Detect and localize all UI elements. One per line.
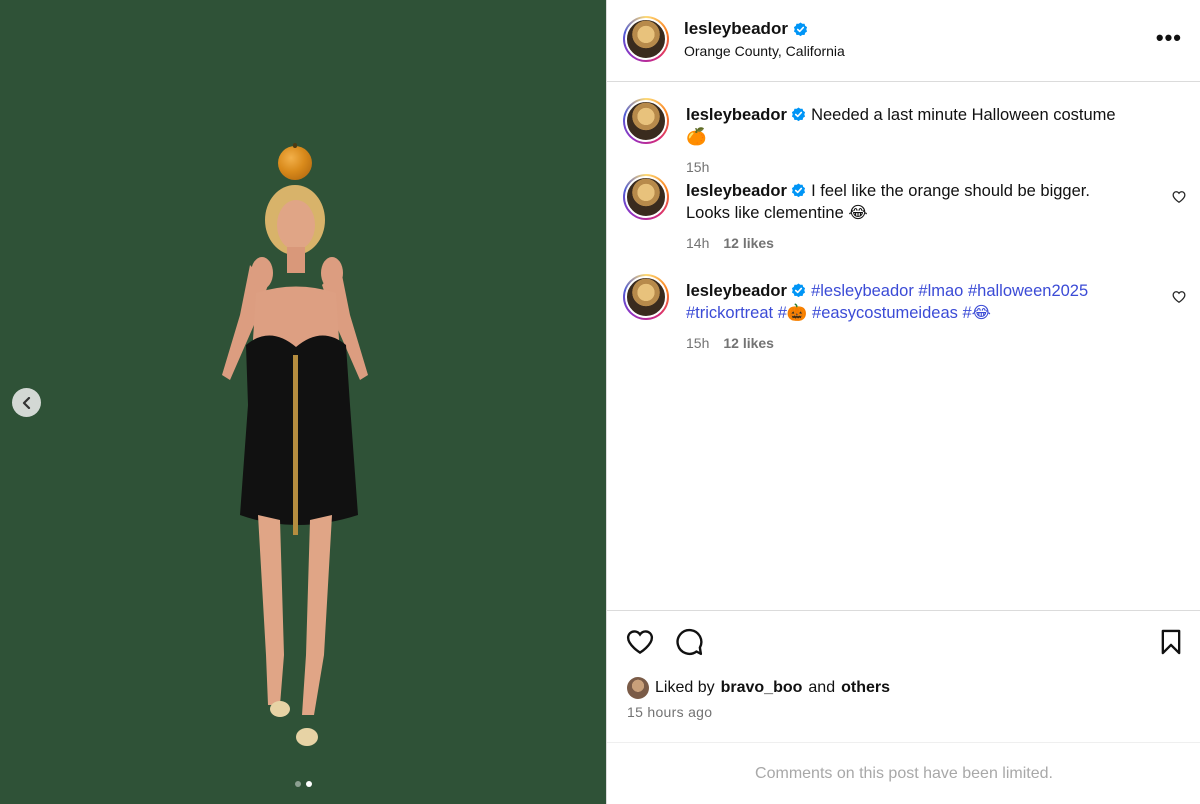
author-username[interactable]: lesleybeador <box>684 19 788 39</box>
post-location[interactable]: Orange County, California <box>684 43 845 59</box>
more-options-icon: ••• <box>1155 25 1182 50</box>
post-actions: Liked by bravo_boo and others 15 hours a… <box>607 610 1200 742</box>
heart-icon <box>626 630 654 655</box>
comment-icon <box>676 628 703 656</box>
hashtag-link[interactable]: #😂 <box>962 304 990 322</box>
comment-avatar[interactable] <box>623 98 669 144</box>
chevron-left-icon <box>22 396 30 409</box>
save-button[interactable] <box>1156 627 1186 657</box>
person-image <box>222 185 368 746</box>
bookmark-icon <box>1161 629 1181 655</box>
comment-avatar[interactable] <box>623 274 669 320</box>
post-header: lesleybeador Orange County, California •… <box>607 0 1200 82</box>
carousel-dot-active <box>305 781 312 787</box>
hashtag-link[interactable]: #lesleybeador <box>811 282 914 300</box>
hashtag-link[interactable]: #halloween2025 <box>968 282 1088 300</box>
carousel-dot <box>294 781 301 787</box>
comment-button[interactable] <box>674 627 704 657</box>
verified-badge-icon <box>793 21 808 36</box>
comments-list: lesleybeador Needed a last minute Hallow… <box>607 82 1200 610</box>
hashtag-link[interactable]: #easycostumeideas <box>812 304 958 322</box>
hashtag-link[interactable]: #lmao <box>918 282 963 300</box>
verified-badge-icon <box>792 183 806 198</box>
more-options-button[interactable]: ••• <box>1155 25 1182 50</box>
liker-avatar[interactable] <box>627 677 649 699</box>
verified-badge-icon <box>792 283 806 298</box>
heart-icon <box>1172 191 1186 204</box>
comment-username[interactable]: lesleybeador <box>686 182 787 200</box>
comment-time: 15h <box>686 159 710 175</box>
hashtag-link[interactable]: #trickortreat <box>686 304 773 322</box>
post-details-panel: lesleybeador Orange County, California •… <box>606 0 1200 804</box>
comment-avatar[interactable] <box>623 174 669 220</box>
orange-image <box>278 143 312 180</box>
post-timestamp[interactable]: 15 hours ago <box>627 704 712 720</box>
author-avatar[interactable] <box>623 16 669 62</box>
liked-by-joiner: and <box>808 679 836 696</box>
liked-by-prefix: Liked by <box>655 679 715 696</box>
comment-username[interactable]: lesleybeador <box>686 282 787 300</box>
comment-likes[interactable]: 12 likes <box>723 232 774 254</box>
comment-time: 15h <box>686 335 710 351</box>
liked-by-line: Liked by bravo_boo and others <box>627 677 890 699</box>
heart-icon <box>1172 291 1186 304</box>
comments-limited-notice: Comments on this post have been limited. <box>607 742 1200 804</box>
comment-likes[interactable]: 12 likes <box>723 332 774 354</box>
carousel-indicator <box>0 781 606 787</box>
comment-like-button[interactable] <box>1171 190 1187 206</box>
hashtag-link[interactable]: #🎃 <box>778 304 808 322</box>
comment-time: 14h <box>686 235 710 251</box>
carousel-prev-button[interactable] <box>12 388 41 417</box>
liked-by-others[interactable]: others <box>841 679 890 697</box>
post-media <box>0 0 606 804</box>
comment-username[interactable]: lesleybeador <box>686 106 787 124</box>
comment-like-button[interactable] <box>1171 290 1187 306</box>
like-button[interactable] <box>625 627 655 657</box>
verified-badge-icon <box>792 107 806 122</box>
liker-username[interactable]: bravo_boo <box>721 679 803 697</box>
